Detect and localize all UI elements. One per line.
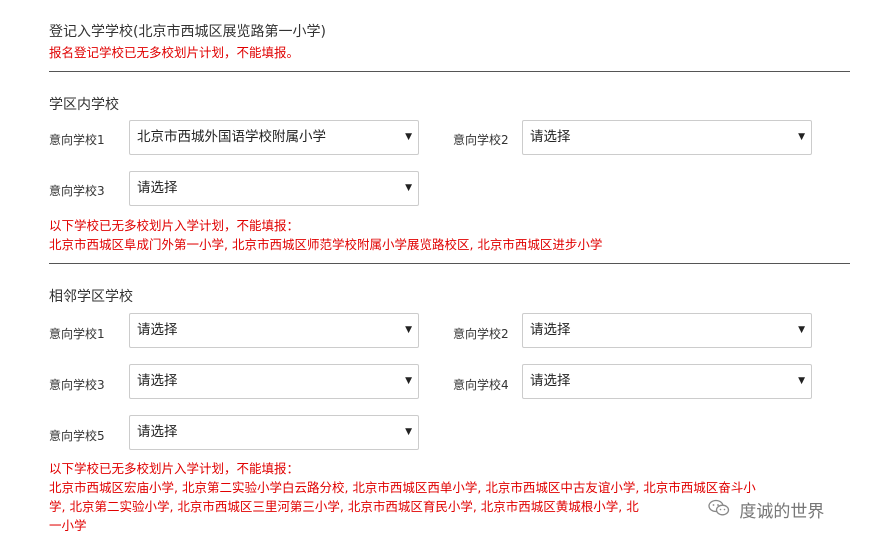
neighbor-choice-5-select[interactable]: 请选择 ▼ [129, 415, 419, 450]
neighbor-notice-line-3: 一小学 [49, 518, 87, 533]
neighbor-choice-1-label: 意向学校1 [49, 327, 105, 341]
neighbor-choice-2-label: 意向学校2 [453, 327, 509, 341]
dropdown-arrow-icon: ▼ [405, 183, 412, 193]
neighbor-schools-heading: 相邻学区学校 [49, 289, 133, 305]
neighbor-notice-line-2: 学, 北京第二实验小学, 北京市西城区三里河第三小学, 北京市西城区育民小学, … [49, 499, 639, 514]
district-choice-2-label: 意向学校2 [453, 133, 509, 147]
district-choice-1-label: 意向学校1 [49, 133, 105, 147]
dropdown-arrow-icon: ▼ [798, 376, 805, 386]
district-choice-2-select[interactable]: 请选择 ▼ [522, 120, 812, 155]
district-schools-heading: 学区内学校 [49, 97, 119, 113]
neighbor-choice-5-label: 意向学校5 [49, 429, 105, 443]
neighbor-choice-1-select[interactable]: 请选择 ▼ [129, 313, 419, 348]
watermark-text: 度诚的世界 [739, 502, 825, 522]
neighbor-choice-3-label: 意向学校3 [49, 378, 105, 392]
neighbor-choice-2-select[interactable]: 请选择 ▼ [522, 313, 812, 348]
wechat-icon [708, 497, 730, 527]
registered-school-notice: 报名登记学校已无多校划片计划，不能填报。 [49, 45, 300, 60]
dropdown-arrow-icon: ▼ [798, 325, 805, 335]
district-notice-list: 北京市西城区阜成门外第一小学, 北京市西城区师范学校附属小学展览路校区, 北京市… [49, 237, 603, 252]
neighbor-notice: 以下学校已无多校划片入学计划，不能填报： 北京市西城区宏庙小学, 北京第二实验小… [49, 459, 756, 535]
select-value: 请选择 [137, 322, 178, 338]
dropdown-arrow-icon: ▼ [405, 376, 412, 386]
district-choice-1-select[interactable]: 北京市西城外国语学校附属小学 ▼ [129, 120, 419, 155]
district-notice: 以下学校已无多校划片入学计划，不能填报： 北京市西城区阜成门外第一小学, 北京市… [49, 216, 602, 254]
watermark: 度诚的世界 [708, 497, 824, 527]
registered-school-title: 登记入学学校(北京市西城区展览路第一小学) [49, 24, 326, 40]
neighbor-choice-3-select[interactable]: 请选择 ▼ [129, 364, 419, 399]
dropdown-arrow-icon: ▼ [405, 427, 412, 437]
district-choice-3-select[interactable]: 请选择 ▼ [129, 171, 419, 206]
district-notice-title: 以下学校已无多校划片入学计划，不能填报： [49, 218, 300, 233]
divider [49, 263, 850, 264]
dropdown-arrow-icon: ▼ [405, 325, 412, 335]
select-value: 请选择 [530, 322, 571, 338]
dropdown-arrow-icon: ▼ [798, 132, 805, 142]
neighbor-choice-4-label: 意向学校4 [453, 378, 509, 392]
select-value: 请选择 [137, 424, 178, 440]
divider [49, 71, 850, 72]
select-value: 请选择 [530, 373, 571, 389]
neighbor-choice-4-select[interactable]: 请选择 ▼ [522, 364, 812, 399]
select-value: 请选择 [530, 129, 571, 145]
district-choice-3-label: 意向学校3 [49, 184, 105, 198]
neighbor-notice-title: 以下学校已无多校划片入学计划，不能填报： [49, 461, 300, 476]
select-value: 请选择 [137, 180, 178, 196]
dropdown-arrow-icon: ▼ [405, 132, 412, 142]
select-value: 请选择 [137, 373, 178, 389]
neighbor-notice-line-1: 北京市西城区宏庙小学, 北京第二实验小学白云路分校, 北京市西城区西单小学, 北… [49, 480, 756, 495]
select-value: 北京市西城外国语学校附属小学 [137, 129, 326, 145]
